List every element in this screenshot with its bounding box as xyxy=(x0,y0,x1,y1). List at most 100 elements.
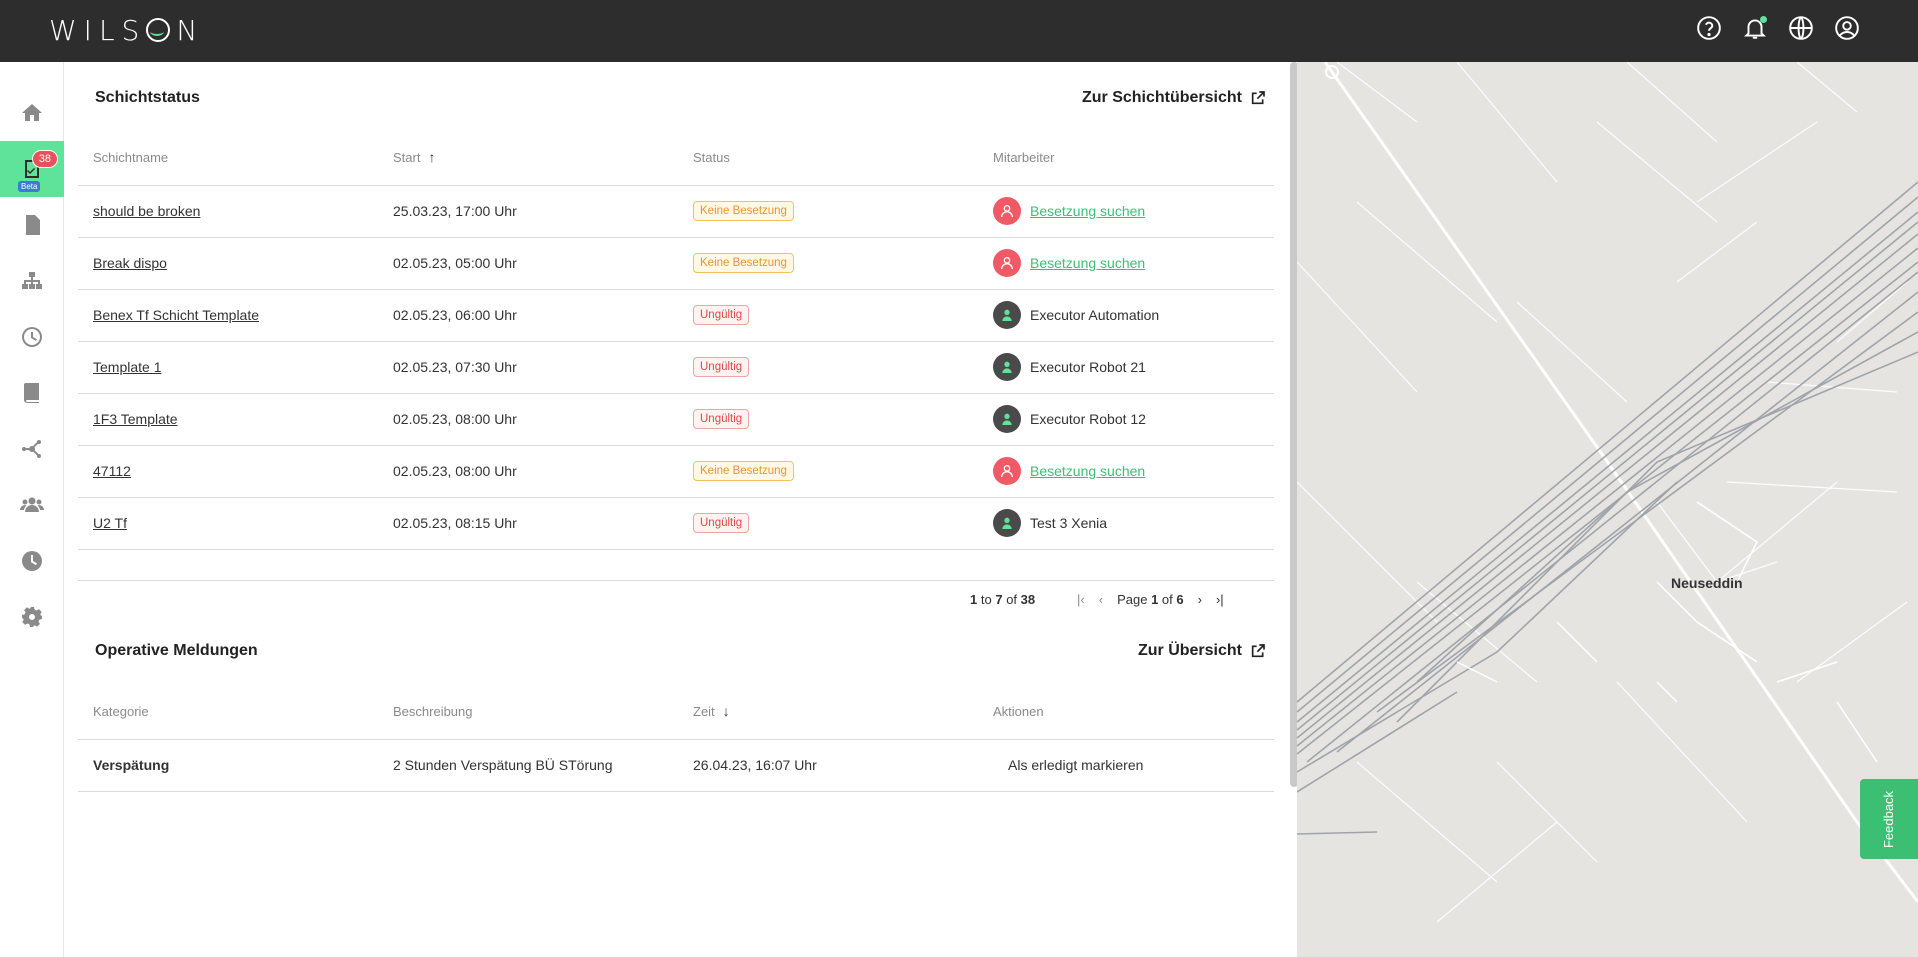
feedback-label: Feedback xyxy=(1881,790,1897,848)
graph-icon[interactable] xyxy=(0,421,64,477)
users-icon[interactable] xyxy=(0,477,64,533)
wilson-logo[interactable]: WILS N xyxy=(49,14,204,47)
shift-status-cell: Keine Besetzung xyxy=(678,237,978,290)
shift-name-link[interactable]: Template 1 xyxy=(93,359,161,375)
pager-controls: |‹ ‹ Page 1 of 6 › ›| xyxy=(1077,592,1224,607)
col-description[interactable]: Beschreibung xyxy=(378,684,678,740)
shift-start: 02.05.23, 05:00 Uhr xyxy=(378,237,678,290)
col-actions[interactable]: Aktionen xyxy=(978,684,1274,740)
shift-name-cell: Benex Tf Schicht Template xyxy=(78,289,378,342)
pager-to: 7 xyxy=(995,592,1003,607)
beta-badge: Beta xyxy=(18,181,41,192)
shift-name-cell: 47112 xyxy=(78,445,378,498)
feedback-button[interactable]: Feedback xyxy=(1860,779,1918,859)
pager-to-word: to xyxy=(980,592,992,607)
shift-name-cell: 1F3 Template xyxy=(78,393,378,446)
employee-name: Executor Automation xyxy=(1030,307,1160,323)
history-icon[interactable] xyxy=(0,533,64,589)
prev-page-icon[interactable]: ‹ xyxy=(1099,592,1103,607)
clock-icon[interactable] xyxy=(0,309,64,365)
shift-name-link[interactable]: 47112 xyxy=(93,463,131,479)
avatar xyxy=(993,509,1021,537)
sort-down-icon: ↓ xyxy=(722,703,730,720)
book-icon[interactable] xyxy=(0,365,64,421)
col-status[interactable]: Status xyxy=(678,130,978,186)
shift-status-cell: Ungültig xyxy=(678,497,978,550)
avatar xyxy=(993,301,1021,329)
page-indicator: Page 1 of 6 xyxy=(1117,592,1184,607)
employee-cell: Executor Robot 21 xyxy=(978,341,1274,394)
account-icon[interactable] xyxy=(1834,15,1860,41)
current-page: 1 xyxy=(1151,592,1159,607)
table-row: 1F3 Template 02.05.23, 08:00 Uhr Ungültig E… xyxy=(78,393,1274,446)
employee-cell: Besetzung suchen xyxy=(978,185,1274,238)
messages-overview-link[interactable]: Zur Übersicht xyxy=(1138,642,1266,660)
shift-start: 25.03.23, 17:00 Uhr xyxy=(378,185,678,238)
shift-name-cell: Break dispo xyxy=(78,237,378,290)
bell-icon[interactable] xyxy=(1742,15,1768,41)
map-label-neuseddin: Neuseddin xyxy=(1671,575,1743,591)
table-row: 47112 02.05.23, 08:00 Uhr Keine Besetzung B… xyxy=(78,445,1274,498)
mark-done-button[interactable]: Als erledigt markieren xyxy=(978,739,1274,792)
shift-start: 02.05.23, 07:30 Uhr xyxy=(378,341,678,394)
page-word: Page xyxy=(1117,592,1148,607)
employee-name: Test 3 Xenia xyxy=(1030,515,1108,531)
shift-name-link[interactable]: 1F3 Template xyxy=(93,411,178,427)
messages-overview-link-label: Zur Übersicht xyxy=(1137,642,1242,659)
table-row: should be broken 25.03.23, 17:00 Uhr Keine… xyxy=(78,185,1274,238)
next-page-icon[interactable]: › xyxy=(1198,592,1202,607)
col-start-label: Start xyxy=(393,150,421,166)
shift-name-cell: Template 1 xyxy=(78,341,378,394)
messages-table: Kategorie Beschreibung Zeit ↓ Aktionen Ve… xyxy=(78,684,1274,792)
avatar xyxy=(993,405,1021,433)
shift-status-cell: Keine Besetzung xyxy=(678,185,978,238)
col-time[interactable]: Zeit ↓ xyxy=(678,684,978,740)
map[interactable]: Neuseddin xyxy=(1297,62,1918,957)
shift-status-cell: Ungültig xyxy=(678,393,978,446)
shift-start: 02.05.23, 08:00 Uhr xyxy=(378,445,678,498)
shift-status-cell: Ungültig xyxy=(678,289,978,342)
report-icon[interactable] xyxy=(0,197,64,253)
shift-name-link[interactable]: should be broken xyxy=(93,203,200,219)
col-shift-name[interactable]: Schichtname xyxy=(78,130,378,186)
shift-name-link[interactable]: Benex Tf Schicht Template xyxy=(93,307,259,323)
employee-name: Executor Robot 12 xyxy=(1030,411,1146,427)
map-canvas xyxy=(1297,62,1918,923)
col-employee[interactable]: Mitarbeiter xyxy=(978,130,1274,186)
message-time: 26.04.23, 16:07 Uhr xyxy=(678,739,978,792)
home-icon[interactable] xyxy=(0,85,64,141)
employee-cell: Executor Robot 12 xyxy=(978,393,1274,446)
avatar xyxy=(993,249,1021,277)
last-page-icon[interactable]: ›| xyxy=(1216,592,1224,607)
find-staff-link[interactable]: Besetzung suchen xyxy=(1030,203,1145,219)
employee-cell: Besetzung suchen xyxy=(978,237,1274,290)
first-page-icon[interactable]: |‹ xyxy=(1077,592,1085,607)
shift-overview-link[interactable]: Zur Schichtübersicht xyxy=(1082,89,1266,107)
table-row: Template 1 02.05.23, 07:30 Uhr Ungültig Exe… xyxy=(78,341,1274,394)
network-icon[interactable] xyxy=(0,253,64,309)
shift-start: 02.05.23, 08:00 Uhr xyxy=(378,393,678,446)
status-badge: Ungültig xyxy=(693,513,750,533)
notification-dot xyxy=(1760,16,1767,23)
globe-icon[interactable] xyxy=(1788,15,1814,41)
gear-icon[interactable] xyxy=(0,589,64,645)
employee-name: Executor Robot 21 xyxy=(1030,359,1146,375)
shift-start: 02.05.23, 08:15 Uhr xyxy=(378,497,678,550)
sidebar-item-shifts[interactable]: 38 Beta xyxy=(0,141,64,197)
avatar xyxy=(993,457,1021,485)
shift-start: 02.05.23, 06:00 Uhr xyxy=(378,289,678,342)
employee-cell: Test 3 Xenia xyxy=(978,497,1274,550)
employee-cell: Besetzung suchen xyxy=(978,445,1274,498)
help-icon[interactable] xyxy=(1696,15,1722,41)
find-staff-link[interactable]: Besetzung suchen xyxy=(1030,463,1145,479)
sidebar: 38 Beta xyxy=(0,62,64,957)
shift-name-link[interactable]: U2 Tf xyxy=(93,515,127,531)
external-link-icon xyxy=(1251,91,1265,105)
shift-status-title: Schichtstatus xyxy=(95,89,200,106)
status-badge: Ungültig xyxy=(693,409,750,429)
col-start[interactable]: Start ↑ xyxy=(378,130,678,186)
shift-name-link[interactable]: Break dispo xyxy=(93,255,167,271)
col-category[interactable]: Kategorie xyxy=(78,684,378,740)
find-staff-link[interactable]: Besetzung suchen xyxy=(1030,255,1145,271)
shift-count-badge: 38 xyxy=(31,150,58,168)
